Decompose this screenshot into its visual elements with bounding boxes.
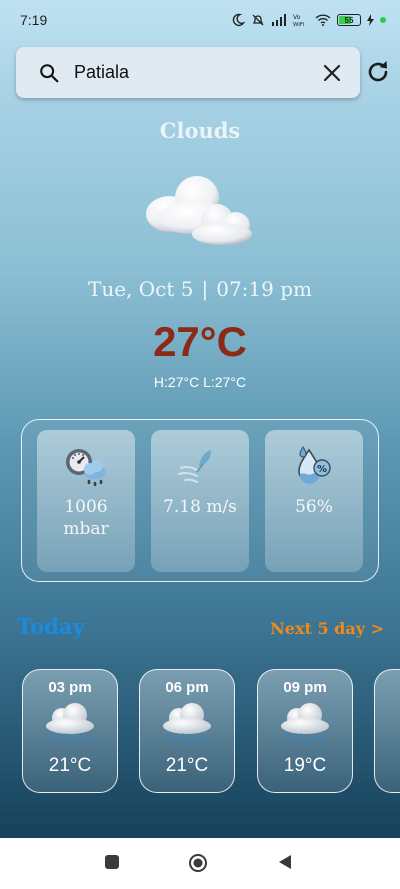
date-text: Tue, Oct 5 [87, 277, 194, 301]
hour-temperature: 21°C [165, 755, 209, 776]
humidity-card: % 56% [265, 430, 363, 572]
hour-time: 03 pm [48, 679, 92, 696]
high-low-temperature: H:27°C L:27°C [153, 374, 247, 390]
humidity-icon: % [298, 446, 331, 484]
humidity-value: 56% [295, 497, 333, 517]
hour-card-partial[interactable] [374, 669, 400, 793]
hour-card[interactable]: 09 pm 19°C [257, 669, 353, 793]
refresh-icon[interactable] [364, 58, 392, 86]
hour-card[interactable]: 03 pm 21°C [22, 669, 118, 793]
clear-icon[interactable] [322, 63, 342, 83]
search-bar [16, 47, 360, 98]
date-time: Tue, Oct 5 | 07:19 pm [0, 277, 400, 301]
moon-icon [232, 13, 245, 27]
status-bar: 7:19 Vo WiFi 55 [0, 0, 400, 40]
rain-cloud-icon [281, 703, 329, 745]
search-input[interactable] [74, 62, 322, 83]
system-nav-bar [0, 838, 400, 889]
cloud-icon [146, 176, 252, 245]
time-text: 07:19 pm [216, 277, 312, 301]
next-5-day-link[interactable]: Next 5 day > [270, 619, 384, 638]
svg-text:WiFi: WiFi [293, 22, 305, 26]
wind-value: 7.18 m/s [163, 497, 237, 517]
hour-card[interactable]: 06 pm 21°C [139, 669, 235, 793]
home-icon[interactable] [188, 853, 208, 873]
signal-icon [272, 14, 286, 26]
svg-text:%: % [317, 464, 327, 475]
battery-icon: 55 [337, 14, 361, 26]
search-icon[interactable] [38, 62, 60, 84]
hour-time: 09 pm [283, 679, 327, 696]
pressure-icon [66, 449, 106, 487]
current-temperature: 27°C [153, 318, 247, 365]
status-time: 7:19 [20, 12, 48, 28]
svg-text:Vo: Vo [293, 14, 301, 21]
rain-cloud-icon [46, 703, 94, 745]
hour-temperature: 21°C [48, 755, 92, 776]
date-separator: | [201, 277, 209, 301]
pressure-card: 1006 mbar [37, 430, 135, 572]
today-title: Today [17, 614, 85, 639]
hour-time: 06 pm [165, 679, 209, 696]
rain-cloud-icon [163, 703, 211, 745]
weather-condition: Clouds [159, 118, 241, 143]
wind-icon [178, 450, 211, 483]
wifi-icon [315, 14, 331, 26]
pressure-unit: mbar [63, 519, 109, 539]
stats-panel: 1006 mbar 7.18 m/s % 56% [21, 419, 379, 582]
vowifi-icon: VoWiFi [293, 14, 305, 26]
pressure-value: 1006 mbar [41, 496, 131, 540]
mute-icon [252, 14, 264, 26]
notification-dot [380, 17, 386, 23]
status-icons: Vo WiFi 55 [231, 13, 386, 27]
back-icon[interactable] [277, 854, 293, 870]
recents-icon[interactable] [104, 854, 120, 870]
wind-card: 7.18 m/s [151, 430, 249, 572]
hour-temperature: 19°C [283, 755, 327, 776]
pressure-number: 1006 [64, 497, 108, 517]
charging-icon [367, 14, 374, 26]
